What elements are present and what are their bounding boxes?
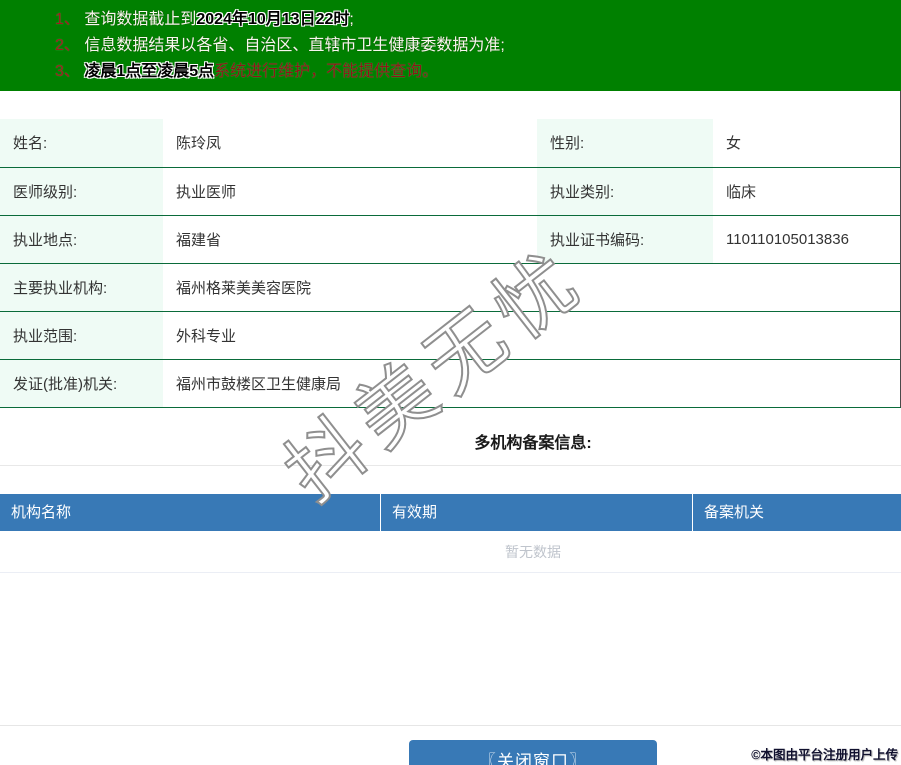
field-value-main-institution: 福州格莱美美容医院 xyxy=(163,263,901,312)
multi-institution-section-title: 多机构备案信息: xyxy=(0,408,901,466)
column-header-institution-name: 机构名称 xyxy=(11,503,72,521)
no-data-placeholder: 暂无数据 xyxy=(0,531,901,573)
notice-banner: 1、 查询数据截止到2024年10月13日22时; 2、 信息数据结果以各省、自… xyxy=(0,0,901,91)
notice-text: 查询数据截止到 xyxy=(84,11,197,28)
field-label-gender: 性别: xyxy=(537,119,713,168)
table-row: 执业范围: 外科专业 xyxy=(0,311,901,360)
field-value-name: 陈玲凤 xyxy=(163,119,537,168)
field-label-certificate-no: 执业证书编码: xyxy=(537,215,713,264)
notice-number: 2、 xyxy=(55,37,85,54)
field-label-doctor-level: 医师级别: xyxy=(0,167,163,216)
copyright-stamp: ©本图由平台注册用户上传 xyxy=(751,748,898,762)
table-row: 执业地点: 福建省 执业证书编码: 110110105013836 xyxy=(0,215,901,264)
close-window-button[interactable]: 〖关闭窗口〗 xyxy=(409,739,657,765)
field-label-issuing-authority: 发证(批准)机关: xyxy=(0,359,163,408)
field-value-issuing-authority: 福州市鼓楼区卫生健康局 xyxy=(163,359,901,408)
field-label-practice-category: 执业类别: xyxy=(537,167,713,216)
field-value-practice-location: 福建省 xyxy=(163,215,537,264)
table-row: 医师级别: 执业医师 执业类别: 临床 xyxy=(0,167,901,216)
notice-text: 信息数据结果以各省、自治区、直辖市卫生健康委数据为准; xyxy=(84,37,505,54)
physician-license-query-page: 1、 查询数据截止到2024年10月13日22时; 2、 信息数据结果以各省、自… xyxy=(0,0,901,765)
blank-space xyxy=(0,573,901,725)
column-header-registration-authority: 备案机关 xyxy=(692,493,901,531)
field-label-practice-scope: 执业范围: xyxy=(0,311,163,360)
table-row: 主要执业机构: 福州格莱美美容医院 xyxy=(0,263,901,312)
notice-line-1: 1、 查询数据截止到2024年10月13日22时; xyxy=(55,7,891,33)
practitioner-info-table: 姓名: 陈玲凤 性别: 女 医师级别: 执业医师 执业类别: 临床 执业地点: … xyxy=(0,119,901,408)
table-row: 发证(批准)机关: 福州市鼓楼区卫生健康局 xyxy=(0,359,901,408)
field-value-certificate-no: 110110105013836 xyxy=(713,215,901,264)
field-value-gender: 女 xyxy=(713,119,901,168)
notice-highlight: 2024年10月13日22时 xyxy=(196,11,350,28)
notice-line-2: 2、 信息数据结果以各省、自治区、直辖市卫生健康委数据为准; xyxy=(55,33,891,59)
notice-number: 1、 xyxy=(55,11,85,28)
field-value-doctor-level: 执业医师 xyxy=(163,167,537,216)
notice-line-3: 3、 凌晨1点至凌晨5点系统进行维护，不能提供查询。 xyxy=(55,59,891,85)
field-value-practice-scope: 外科专业 xyxy=(163,311,901,360)
notice-number: 3、 xyxy=(55,63,85,80)
notice-text: ; xyxy=(349,11,354,28)
result-content: 姓名: 陈玲凤 性别: 女 医师级别: 执业医师 执业类别: 临床 执业地点: … xyxy=(0,119,901,765)
table-row: 姓名: 陈玲凤 性别: 女 xyxy=(0,119,901,168)
notice-highlight: 凌晨1点至凌晨5点 xyxy=(84,63,215,80)
registration-table-header: 机构名称 有效期 备案机关 xyxy=(0,493,901,531)
field-value-practice-category: 临床 xyxy=(713,167,901,216)
field-label-name: 姓名: xyxy=(0,119,163,168)
field-label-main-institution: 主要执业机构: xyxy=(0,263,163,312)
field-label-practice-location: 执业地点: xyxy=(0,215,163,264)
notice-text: 系统进行维护，不能提供查询。 xyxy=(214,63,439,80)
column-header-validity-period: 有效期 xyxy=(380,493,692,531)
